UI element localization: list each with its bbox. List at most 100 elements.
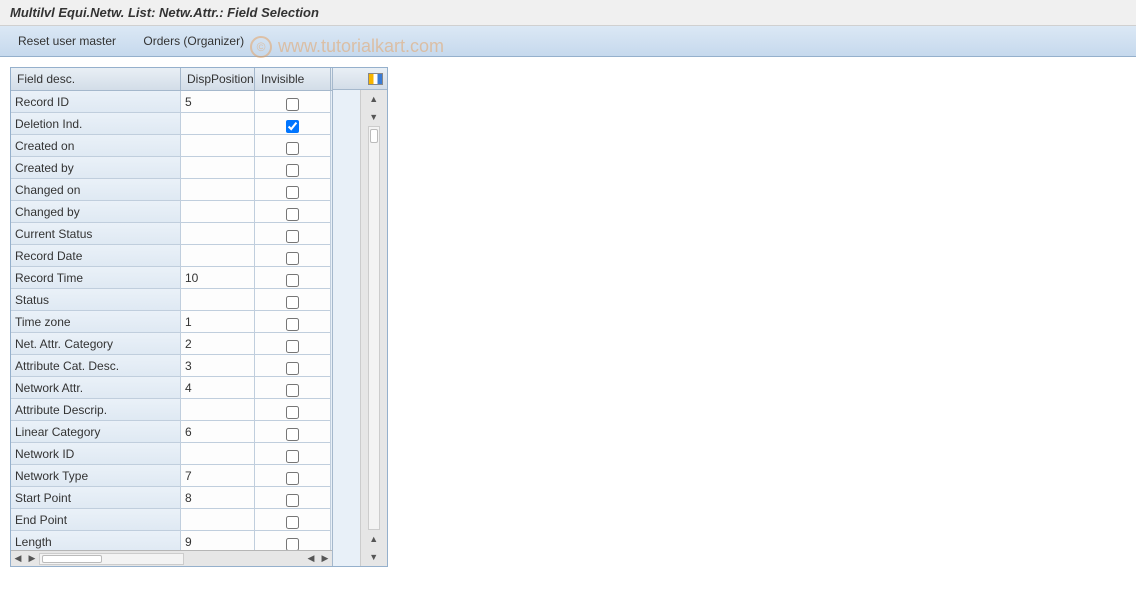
col-header-invisible[interactable]: Invisible (255, 68, 331, 90)
scroll-up-icon[interactable]: ▲ (367, 92, 381, 106)
cell-disp-position[interactable] (181, 223, 255, 245)
table-row[interactable]: Linear Category6 (11, 421, 332, 443)
toolbar: Reset user master Orders (Organizer) (0, 26, 1136, 57)
table-row[interactable]: Attribute Cat. Desc.3 (11, 355, 332, 377)
invisible-checkbox[interactable] (286, 98, 299, 111)
table-row[interactable]: Created on (11, 135, 332, 157)
table-row[interactable]: Created by (11, 157, 332, 179)
table-row[interactable]: Network Type7 (11, 465, 332, 487)
table-row[interactable]: Time zone1 (11, 311, 332, 333)
table-row[interactable]: Changed on (11, 179, 332, 201)
cell-disp-position[interactable]: 9 (181, 531, 255, 550)
cell-disp-position[interactable] (181, 289, 255, 311)
cell-invisible (255, 113, 331, 135)
cell-field-desc: Current Status (11, 223, 181, 245)
reset-user-master-button[interactable]: Reset user master (10, 32, 124, 50)
invisible-checkbox[interactable] (286, 252, 299, 265)
cell-field-desc: Attribute Cat. Desc. (11, 355, 181, 377)
table-row[interactable]: Start Point8 (11, 487, 332, 509)
cell-disp-position[interactable]: 6 (181, 421, 255, 443)
invisible-checkbox[interactable] (286, 450, 299, 463)
invisible-checkbox[interactable] (286, 120, 299, 133)
cell-field-desc: End Point (11, 509, 181, 531)
table-row[interactable]: Changed by (11, 201, 332, 223)
invisible-checkbox[interactable] (286, 274, 299, 287)
cell-disp-position[interactable] (181, 157, 255, 179)
cell-disp-position[interactable] (181, 201, 255, 223)
invisible-checkbox[interactable] (286, 296, 299, 309)
cell-disp-position[interactable] (181, 135, 255, 157)
cell-disp-position[interactable]: 5 (181, 91, 255, 113)
table-row[interactable]: Current Status (11, 223, 332, 245)
table-row[interactable]: Network Attr.4 (11, 377, 332, 399)
cell-field-desc: Time zone (11, 311, 181, 333)
cell-field-desc: Length (11, 531, 181, 550)
invisible-checkbox[interactable] (286, 472, 299, 485)
col-header-field-desc[interactable]: Field desc. (11, 68, 181, 90)
invisible-checkbox[interactable] (286, 384, 299, 397)
orders-organizer-button[interactable]: Orders (Organizer) (135, 32, 252, 50)
table-row[interactable]: Deletion Ind. (11, 113, 332, 135)
cell-invisible (255, 465, 331, 487)
cell-disp-position[interactable]: 3 (181, 355, 255, 377)
vertical-scrollbar[interactable]: ▲ ▼ ▲ ▼ (360, 90, 388, 566)
cell-invisible (255, 311, 331, 333)
table-row[interactable]: Status (11, 289, 332, 311)
cell-invisible (255, 223, 331, 245)
scroll-left2-icon[interactable]: ◀ (304, 552, 318, 566)
cell-invisible (255, 487, 331, 509)
scroll-right2-icon[interactable]: ▶ (318, 552, 332, 566)
cell-disp-position[interactable]: 2 (181, 333, 255, 355)
cell-disp-position[interactable]: 10 (181, 267, 255, 289)
cell-field-desc: Created on (11, 135, 181, 157)
table-row[interactable]: Net. Attr. Category2 (11, 333, 332, 355)
cell-disp-position[interactable] (181, 179, 255, 201)
cell-invisible (255, 91, 331, 113)
table-row[interactable]: End Point (11, 509, 332, 531)
scroll-down-icon[interactable]: ▼ (367, 110, 381, 124)
cell-disp-position[interactable] (181, 509, 255, 531)
cell-field-desc: Network ID (11, 443, 181, 465)
cell-field-desc: Start Point (11, 487, 181, 509)
invisible-checkbox[interactable] (286, 428, 299, 441)
table-row[interactable]: Length9 (11, 531, 332, 550)
cell-field-desc: Record Time (11, 267, 181, 289)
cell-field-desc: Record ID (11, 91, 181, 113)
table-settings-button[interactable] (333, 68, 387, 90)
invisible-checkbox[interactable] (286, 208, 299, 221)
cell-disp-position[interactable]: 1 (181, 311, 255, 333)
cell-disp-position[interactable]: 8 (181, 487, 255, 509)
scroll-right-icon[interactable]: ▶ (25, 552, 39, 566)
table-row[interactable]: Record Date (11, 245, 332, 267)
scroll-up2-icon[interactable]: ▲ (367, 532, 381, 546)
table-row[interactable]: Attribute Descrip. (11, 399, 332, 421)
table-row[interactable]: Record Time10 (11, 267, 332, 289)
invisible-checkbox[interactable] (286, 362, 299, 375)
invisible-checkbox[interactable] (286, 340, 299, 353)
cell-disp-position[interactable]: 7 (181, 465, 255, 487)
invisible-checkbox[interactable] (286, 494, 299, 507)
cell-disp-position[interactable] (181, 443, 255, 465)
col-header-disp-position[interactable]: DispPosition (181, 68, 255, 90)
invisible-checkbox[interactable] (286, 230, 299, 243)
table-row[interactable]: Record ID5 (11, 91, 332, 113)
invisible-checkbox[interactable] (286, 186, 299, 199)
invisible-checkbox[interactable] (286, 164, 299, 177)
scroll-down2-icon[interactable]: ▼ (367, 550, 381, 564)
table-row[interactable]: Network ID (11, 443, 332, 465)
cell-field-desc: Record Date (11, 245, 181, 267)
cell-disp-position[interactable] (181, 113, 255, 135)
cell-disp-position[interactable] (181, 245, 255, 267)
invisible-checkbox[interactable] (286, 516, 299, 529)
invisible-checkbox[interactable] (286, 142, 299, 155)
cell-disp-position[interactable] (181, 399, 255, 421)
horizontal-scrollbar[interactable]: ◀ ▶ ◀ ▶ (11, 550, 332, 566)
invisible-checkbox[interactable] (286, 406, 299, 419)
scroll-left-icon[interactable]: ◀ (11, 552, 25, 566)
cell-disp-position[interactable]: 4 (181, 377, 255, 399)
cell-invisible (255, 377, 331, 399)
invisible-checkbox[interactable] (286, 318, 299, 331)
invisible-checkbox[interactable] (286, 538, 299, 550)
cell-field-desc: Changed by (11, 201, 181, 223)
cell-invisible (255, 267, 331, 289)
